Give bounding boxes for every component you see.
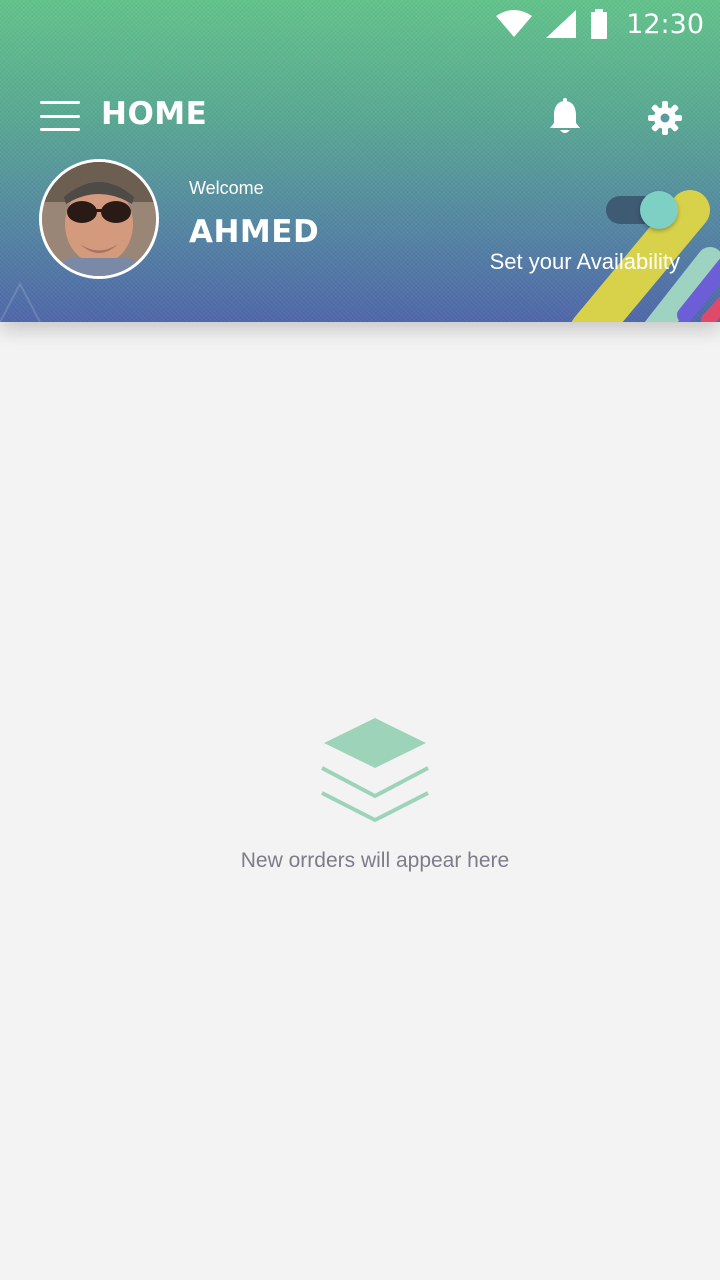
status-bar: 12:30 <box>0 0 720 48</box>
layers-icon <box>321 718 429 823</box>
empty-state-message: New orrders will appear here <box>240 849 510 872</box>
signal-icon <box>546 10 577 38</box>
bell-icon[interactable] <box>546 98 584 136</box>
welcome-label: Welcome <box>189 178 264 198</box>
gear-icon[interactable] <box>646 99 684 137</box>
avatar-photo <box>42 162 156 276</box>
availability-label: Set your Availability <box>489 249 680 274</box>
hamburger-menu-icon[interactable] <box>40 101 80 131</box>
avatar[interactable] <box>39 159 159 279</box>
availability-toggle[interactable] <box>606 191 682 229</box>
page-title: HOME <box>101 96 208 132</box>
wifi-icon <box>496 10 533 37</box>
user-name: AHMED <box>189 214 320 250</box>
toggle-knob <box>640 191 678 229</box>
battery-icon <box>591 9 608 39</box>
header: 12:30 HOME Welcome AHMED Set your Availa… <box>0 0 720 322</box>
status-time: 12:30 <box>626 8 704 40</box>
decorative-triangle-icon <box>0 281 41 322</box>
